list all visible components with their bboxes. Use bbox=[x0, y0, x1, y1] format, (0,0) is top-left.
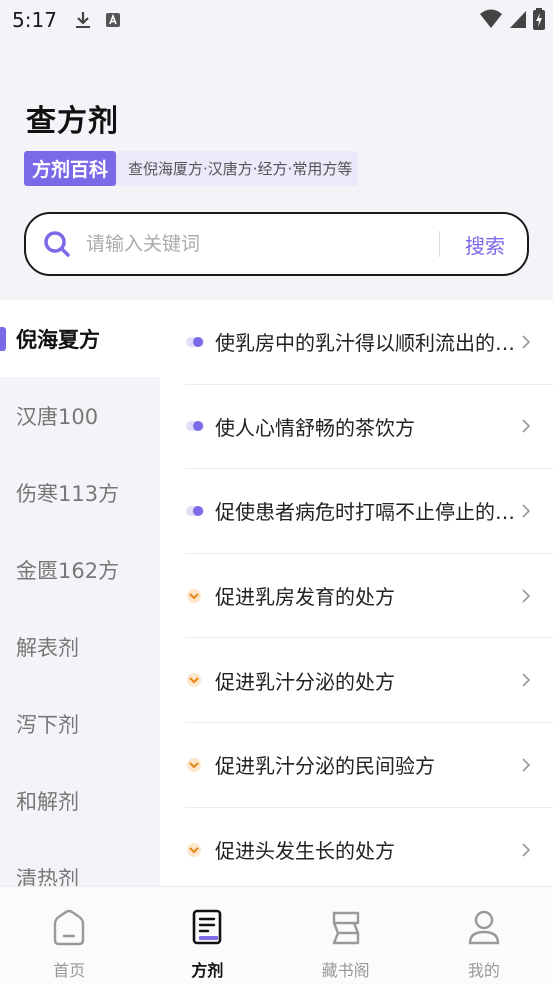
search-button[interactable]: 搜索 bbox=[440, 230, 527, 259]
chevron-right-icon bbox=[522, 504, 531, 518]
sidebar-item-han-tang[interactable]: 汉唐100 bbox=[0, 377, 160, 454]
home-icon bbox=[53, 909, 85, 946]
bottom-nav: 首页 方剂 藏书阁 我的 bbox=[0, 886, 553, 984]
sidebar-item-label: 倪海夏方 bbox=[16, 327, 100, 352]
list-item-label: 使乳房中的乳汁得以顺利流出的处方 bbox=[215, 331, 515, 356]
sidebar-item-qing-re[interactable]: 清热剂 bbox=[0, 839, 160, 887]
orange-chevron-icon bbox=[187, 757, 201, 772]
orange-chevron-icon bbox=[187, 588, 201, 603]
wifi-icon bbox=[480, 9, 502, 28]
list-item[interactable]: 促进乳汁分泌的处方 bbox=[185, 638, 553, 723]
profile-icon bbox=[468, 910, 500, 945]
nav-profile[interactable]: 我的 bbox=[415, 887, 553, 984]
sidebar-item-label: 金匮162方 bbox=[16, 558, 120, 583]
library-icon bbox=[332, 911, 359, 945]
nav-label: 首页 bbox=[53, 961, 86, 980]
orange-chevron-icon bbox=[187, 673, 201, 688]
sidebar-item-jin-kui[interactable]: 金匮162方 bbox=[0, 531, 160, 608]
chevron-right-icon bbox=[522, 673, 531, 687]
list-item-label: 促进乳汁分泌的处方 bbox=[215, 669, 395, 694]
search-icon bbox=[44, 231, 70, 257]
list-item[interactable]: 使乳房中的乳汁得以顺利流出的处方 bbox=[185, 300, 553, 385]
sidebar-item-label: 伤寒113方 bbox=[16, 481, 120, 506]
status-bar: 5:17 bbox=[0, 0, 553, 40]
category-sidebar: 倪海夏方 汉唐100 伤寒113方 金匮162方 解表剂 泻下剂 和解剂 清热剂 bbox=[0, 300, 160, 886]
sidebar-item-label: 汉唐100 bbox=[16, 404, 99, 429]
search-bar: 搜索 bbox=[24, 212, 529, 276]
notification-a-icon bbox=[105, 13, 120, 27]
nav-home[interactable]: 首页 bbox=[0, 887, 138, 984]
category-badge: 方剂百科 bbox=[24, 151, 117, 186]
sidebar-item-label: 清热剂 bbox=[16, 866, 79, 887]
chevron-right-icon bbox=[522, 335, 531, 349]
sidebar-item-he-jie[interactable]: 和解剂 bbox=[0, 762, 160, 839]
signal-icon bbox=[510, 11, 526, 28]
download-icon bbox=[75, 12, 90, 28]
purple-dot-icon bbox=[186, 505, 204, 516]
prescription-icon bbox=[193, 909, 222, 945]
sidebar-item-xie-xia[interactable]: 泻下剂 bbox=[0, 685, 160, 762]
nav-label: 方剂 bbox=[191, 961, 224, 980]
list-item[interactable]: 促进乳房发育的处方 bbox=[185, 554, 553, 639]
page-header: 查方剂 bbox=[26, 96, 119, 140]
sidebar-item-label: 和解剂 bbox=[16, 789, 79, 814]
list-item[interactable]: 促进乳汁分泌的民间验方 bbox=[185, 723, 553, 808]
list-item[interactable]: 使人心情舒畅的茶饮方 bbox=[185, 385, 553, 470]
list-item-label: 促进乳房发育的处方 bbox=[215, 585, 395, 610]
chevron-right-icon bbox=[522, 758, 531, 772]
subtitle-banner: 方剂百科 查倪海厦方·汉唐方·经方·常用方等 bbox=[24, 151, 359, 186]
list-item-label: 使人心情舒畅的茶饮方 bbox=[215, 415, 415, 440]
active-indicator bbox=[0, 327, 6, 351]
list-item[interactable]: 促使患者病危时打嗝不止停止的处方 bbox=[185, 469, 553, 554]
status-time: 5:17 bbox=[12, 8, 57, 32]
list-item-label: 促使患者病危时打嗝不止停止的处方 bbox=[215, 500, 515, 525]
sidebar-item-shang-han[interactable]: 伤寒113方 bbox=[0, 454, 160, 531]
nav-library[interactable]: 藏书阁 bbox=[277, 887, 415, 984]
nav-label: 我的 bbox=[467, 961, 500, 980]
content-area: 倪海夏方 汉唐100 伤寒113方 金匮162方 解表剂 泻下剂 和解剂 清热剂 bbox=[0, 300, 553, 886]
sidebar-item-label: 解表剂 bbox=[16, 635, 79, 660]
subtitle-text: 查倪海厦方·汉唐方·经方·常用方等 bbox=[128, 160, 353, 178]
list-item-label: 促进头发生长的处方 bbox=[215, 839, 395, 864]
purple-dot-icon bbox=[186, 421, 204, 432]
battery-charging-icon bbox=[533, 8, 545, 30]
nav-prescriptions[interactable]: 方剂 bbox=[138, 887, 276, 984]
purple-dot-icon bbox=[186, 336, 204, 347]
orange-chevron-icon bbox=[187, 842, 201, 857]
page-title: 查方剂 bbox=[26, 104, 119, 139]
chevron-right-icon bbox=[522, 843, 531, 857]
sidebar-item-ni-hai-xia[interactable]: 倪海夏方 bbox=[0, 300, 160, 377]
prescription-list: 使乳房中的乳汁得以顺利流出的处方 使人心情舒畅的茶饮方 促使患者病危时打嗝不止停… bbox=[185, 300, 553, 886]
list-item[interactable]: 促进头发生长的处方 bbox=[185, 808, 553, 886]
sidebar-item-jie-biao[interactable]: 解表剂 bbox=[0, 608, 160, 685]
search-input[interactable] bbox=[86, 233, 439, 255]
sidebar-item-label: 泻下剂 bbox=[16, 712, 79, 737]
chevron-right-icon bbox=[522, 589, 531, 603]
list-item-label: 促进乳汁分泌的民间验方 bbox=[215, 754, 435, 779]
nav-label: 藏书阁 bbox=[321, 961, 370, 980]
chevron-right-icon bbox=[522, 419, 531, 433]
